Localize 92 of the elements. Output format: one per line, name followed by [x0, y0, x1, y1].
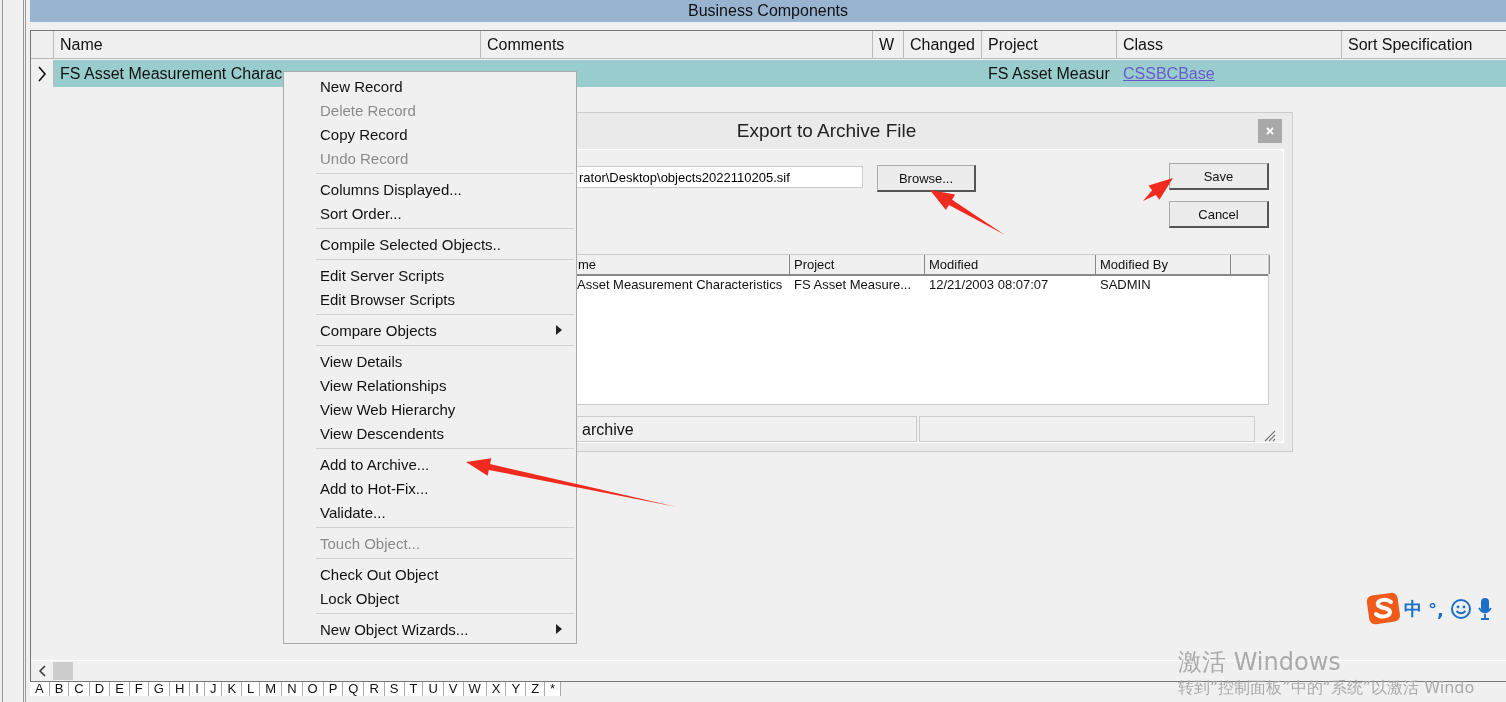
alphabet-tab[interactable]: S: [384, 682, 405, 696]
menu-item[interactable]: Validate...: [286, 500, 574, 524]
alphabet-tab[interactable]: W: [463, 682, 487, 696]
menu-item-label: Undo Record: [320, 149, 409, 167]
ime-logo-icon[interactable]: [1366, 592, 1402, 626]
column-header[interactable]: Modified By: [1096, 255, 1231, 274]
annotation-arrow: [1143, 178, 1173, 201]
list-cell-text: 12/21/2003 08:07:07: [928, 276, 1050, 294]
menu-item[interactable]: Check Out Object: [286, 562, 574, 586]
activation-text: 转到“控制面板”中的“系统”以激活 Windo: [1178, 677, 1475, 699]
menu-item-label: Lock Object: [320, 589, 400, 607]
smiley-icon[interactable]: [1449, 598, 1472, 620]
alphabet-tab[interactable]: C: [69, 682, 90, 696]
scroll-thumb[interactable]: [53, 662, 73, 680]
column-header[interactable]: Sort Specification: [1342, 31, 1506, 58]
alphabet-tab[interactable]: H: [169, 682, 191, 696]
alphabet-tab[interactable]: O: [302, 682, 324, 696]
alphabet-tab[interactable]: U: [423, 682, 444, 696]
save-button[interactable]: Save: [1169, 163, 1269, 190]
menu-item[interactable]: View Relationships: [286, 373, 574, 397]
resize-grip-icon[interactable]: [1262, 428, 1276, 442]
ime-mode[interactable]: 中: [1404, 597, 1422, 621]
menu-item-label: Sort Order...: [320, 204, 402, 222]
cancel-button[interactable]: Cancel: [1169, 201, 1269, 228]
alphabet-tab[interactable]: Y: [506, 682, 527, 696]
menu-item[interactable]: Add to Hot-Fix...: [286, 476, 574, 500]
alphabet-tab[interactable]: *: [545, 682, 562, 696]
menu-item[interactable]: Compile Selected Objects..: [286, 232, 574, 256]
menu-item-label: Delete Record: [320, 101, 416, 119]
menu-item-label: Validate...: [320, 503, 386, 521]
table-cell-text: FS Asset Measur: [987, 64, 1111, 83]
column-header[interactable]: Changed: [904, 31, 982, 58]
menu-item-label: Edit Server Scripts: [320, 266, 445, 284]
close-button[interactable]: [1258, 119, 1282, 143]
alphabet-tab[interactable]: A: [30, 682, 50, 696]
alphabet-tab[interactable]: M: [260, 682, 283, 696]
column-header[interactable]: W: [873, 31, 904, 58]
alphabet-tab[interactable]: K: [222, 682, 243, 696]
menu-item-label: Edit Browser Scripts: [320, 290, 456, 308]
column-header[interactable]: Class: [1117, 31, 1342, 58]
close-icon: [1265, 126, 1275, 136]
alphabet-tab[interactable]: L: [242, 682, 261, 696]
menu-item-label: Check Out Object: [320, 565, 439, 583]
dialog-title: Export to Archive File: [736, 120, 917, 142]
browse-button[interactable]: Browse...: [877, 165, 976, 192]
table-cell-text: FS Asset Measurement Charac: [59, 64, 284, 83]
column-header[interactable]: Modified: [925, 255, 1096, 274]
alphabet-tab[interactable]: V: [443, 682, 464, 696]
menu-item[interactable]: Sort Order...: [286, 201, 574, 225]
alphabet-tab[interactable]: D: [89, 682, 111, 696]
alphabet-tab[interactable]: R: [364, 682, 385, 696]
menu-item-label: View Relationships: [320, 376, 447, 394]
column-header[interactable]: Comments: [481, 31, 873, 58]
menu-item-label: View Details: [320, 352, 403, 370]
column-header[interactable]: Project: [790, 255, 925, 274]
ime-punctuation[interactable]: °,: [1428, 598, 1444, 620]
menu-item-label: Add to Hot-Fix...: [320, 479, 429, 497]
menu-item-label: Compare Objects: [320, 321, 437, 339]
alphabet-tab[interactable]: P: [323, 682, 344, 696]
menu-item-label: View Web Hierarchy: [320, 400, 456, 418]
menu-item[interactable]: Edit Browser Scripts: [286, 287, 574, 311]
list-cell-text: Asset Measurement Characteristics: [576, 276, 784, 294]
chevron-right-icon: [37, 65, 47, 82]
column-header[interactable]: Project: [982, 31, 1117, 58]
window-title: Business Components: [687, 2, 849, 20]
menu-item-label: Compile Selected Objects..: [320, 235, 501, 253]
alphabet-tab[interactable]: E: [110, 682, 130, 696]
microphone-icon[interactable]: [1477, 597, 1492, 621]
alphabet-tab[interactable]: Z: [526, 682, 546, 696]
menu-item[interactable]: Add to Archive...: [286, 452, 574, 476]
menu-item[interactable]: Copy Record: [286, 122, 574, 146]
menu-item[interactable]: Compare Objects: [286, 318, 574, 342]
alphabet-tab[interactable]: G: [148, 682, 170, 696]
menu-item-label: View Descendents: [320, 424, 444, 442]
scroll-left-icon[interactable]: [37, 664, 49, 678]
menu-item-label: New Object Wizards...: [320, 620, 469, 638]
activation-title: 激活 Windows: [1178, 647, 1342, 677]
menu-item[interactable]: View Details: [286, 349, 574, 373]
menu-item-label: Columns Displayed...: [320, 180, 462, 198]
list-cell-text: SADMIN: [1099, 276, 1152, 294]
alphabet-tab[interactable]: I: [190, 682, 205, 696]
menu-item-label: Copy Record: [320, 125, 408, 143]
alphabet-tab[interactable]: X: [486, 682, 507, 696]
menu-item[interactable]: Lock Object: [286, 586, 574, 610]
list-cell-text: FS Asset Measure...: [793, 276, 913, 294]
menu-item-label: Add to Archive...: [320, 455, 430, 473]
alphabet-tab[interactable]: B: [49, 682, 70, 696]
column-header[interactable]: Name: [54, 31, 481, 58]
menu-item-label: Touch Object...: [320, 534, 421, 552]
alphabet-tab[interactable]: N: [282, 682, 303, 696]
menu-item[interactable]: New Object Wizards...: [286, 617, 574, 641]
alphabet-tab[interactable]: Q: [343, 682, 365, 696]
